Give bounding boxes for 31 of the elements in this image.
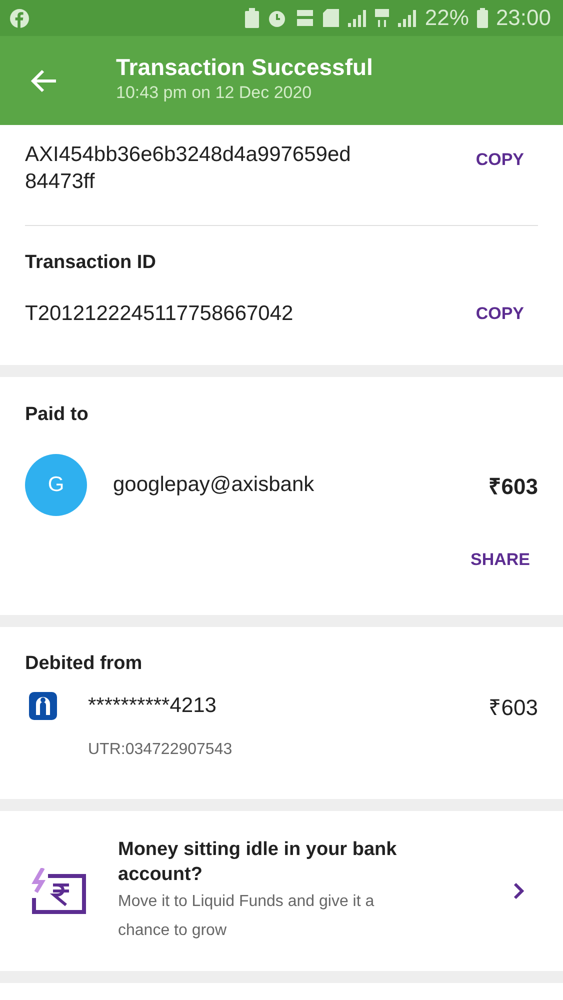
battery-icon xyxy=(476,8,488,28)
transaction-id: T2012122245117758667042 xyxy=(25,302,294,326)
section-label: Paid to xyxy=(25,403,90,426)
section-label: Debited from xyxy=(25,652,144,675)
screen-title: Transaction Successful xyxy=(116,54,373,81)
avatar: G xyxy=(25,454,87,516)
share-button[interactable]: SHARE xyxy=(470,550,538,570)
sim-icon xyxy=(322,9,339,27)
clock-time: 23:00 xyxy=(496,5,551,31)
back-arrow-icon[interactable] xyxy=(30,68,58,92)
utr-number: UTR:034722907543 xyxy=(88,741,234,759)
section-label: Transaction ID xyxy=(25,252,157,274)
signal-icon xyxy=(396,9,417,27)
facebook-icon xyxy=(10,8,29,28)
transaction-time: 10:43 pm on 12 Dec 2020 xyxy=(116,83,313,103)
battery-percentage: 22% xyxy=(424,5,469,31)
promo-title: Money sitting idle in your bank account? xyxy=(118,838,398,887)
reference-id: AXI454bb36e6b3248d4a997659ed 84473ff xyxy=(25,142,351,195)
amount: ₹603 xyxy=(488,694,538,721)
bank-logo-icon xyxy=(27,692,59,720)
rupee-card-icon xyxy=(30,868,86,914)
account-number: **********4213 xyxy=(88,694,218,718)
copy-button[interactable]: COPY xyxy=(476,304,538,324)
signal-icon xyxy=(346,9,367,27)
chevron-right-icon xyxy=(512,881,526,901)
alarm-icon xyxy=(266,8,287,28)
promo-text: Move it to Liquid Funds and give it a chance to grow xyxy=(118,892,376,941)
amount: ₹603 xyxy=(488,473,538,500)
copy-button[interactable]: COPY xyxy=(476,150,538,170)
battery-saver-icon xyxy=(244,8,259,28)
payee-name: googlepay@axisbank xyxy=(113,473,316,497)
